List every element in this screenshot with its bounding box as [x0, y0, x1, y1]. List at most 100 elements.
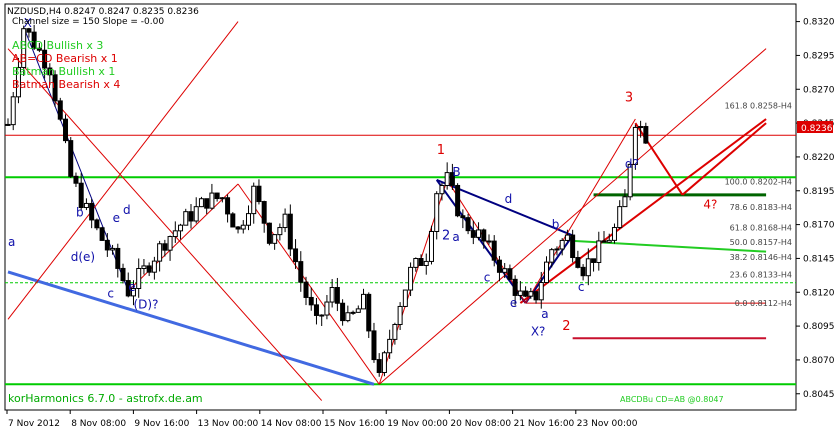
candle-body [350, 311, 356, 314]
x-tick-label: 14 Nov 08:00 [261, 419, 322, 429]
candle-body [408, 266, 414, 291]
candle-body [580, 266, 586, 277]
candle-body [434, 193, 440, 232]
candle-body [99, 227, 105, 241]
candle-body [439, 184, 445, 195]
candle-body [282, 213, 288, 229]
pattern-label: d? [625, 157, 639, 171]
candle-body [245, 213, 251, 226]
candle-body [345, 312, 351, 322]
chart-window[interactable]: 0.83200.82950.82700.82450.82200.81950.81… [0, 0, 837, 434]
candle-body [366, 293, 372, 332]
candle-body [162, 243, 168, 251]
fib-level-label: 161.8 0.8258-H4 [725, 102, 792, 111]
candle-body [10, 96, 16, 126]
candle-body [94, 219, 100, 229]
x-tick-label: 8 Nov 08:00 [71, 419, 126, 429]
y-tick-label: 0.8270 [803, 85, 835, 95]
indicator-footer: korHarmonics 6.7.0 - astrofx.de.am [8, 392, 203, 405]
y-tick-label: 0.8045 [803, 390, 835, 400]
candle-body [230, 213, 236, 228]
pattern-label: 3 [625, 90, 633, 105]
candle-body [538, 282, 544, 301]
y-tick-label: 0.8170 [803, 221, 835, 231]
candle-body [204, 198, 210, 209]
y-tick-label: 0.8220 [803, 153, 835, 163]
candle-body [120, 267, 126, 282]
candle-body [591, 258, 597, 263]
fib-level-label: 50.0 0.8157-H4 [730, 238, 792, 247]
candle-body [564, 234, 570, 241]
candle-body [329, 287, 335, 303]
candle-body [470, 230, 476, 238]
candle-body [387, 338, 393, 354]
candle-body [293, 248, 299, 263]
pattern-label: d [505, 192, 513, 206]
pattern-label: c [484, 270, 491, 284]
candle-body [413, 258, 419, 268]
x-tick-label: 15 Nov 16:00 [324, 419, 385, 429]
pattern-label: a [541, 307, 548, 321]
candle-body [68, 140, 74, 177]
candle-body [115, 247, 121, 269]
y-tick-label: 0.8070 [803, 356, 835, 366]
fib-level-label: 0.0 0.8112-H4 [735, 299, 792, 308]
candle-body [340, 302, 346, 322]
fib-level-label: 38.2 0.8146-H4 [730, 253, 792, 262]
x-tick-label: 7 Nov 2012 [8, 419, 60, 429]
candle-body [381, 352, 387, 374]
candle-body [486, 240, 492, 243]
candle-body [638, 126, 644, 129]
candle-body [585, 258, 591, 277]
pattern-label: c [578, 280, 585, 294]
candle-body [235, 226, 241, 230]
x-tick-label: 9 Nov 16:00 [134, 419, 189, 429]
candle-body [361, 293, 367, 310]
x-tick-label: 21 Nov 16:00 [514, 419, 575, 429]
candle-body [554, 248, 560, 251]
candle-body [502, 268, 508, 273]
candle-body [376, 359, 382, 374]
candle-body [544, 261, 550, 284]
candle-body [146, 265, 152, 273]
y-tick-label: 0.8195 [803, 187, 835, 197]
pattern-label: e [128, 280, 135, 294]
candle-body [141, 265, 147, 269]
candle-body [261, 201, 267, 224]
candle-body [533, 291, 539, 301]
candle-body [319, 314, 325, 317]
pattern-label: e [510, 296, 517, 310]
price-chart[interactable]: 0.83200.82950.82700.82450.82200.81950.81… [0, 0, 837, 434]
candle-body [266, 222, 272, 244]
candle-body [256, 185, 262, 203]
candle-body [397, 305, 403, 325]
pattern-label: e [113, 211, 120, 225]
candle-body [549, 249, 555, 263]
candle-body [601, 240, 607, 243]
candle-body [460, 215, 466, 219]
candle-body [523, 290, 529, 297]
candle-body [324, 301, 330, 316]
candle-body [481, 229, 487, 242]
candle-body [308, 296, 314, 306]
candle-body [528, 291, 534, 297]
candle-body [287, 213, 293, 250]
candle-body [392, 323, 398, 340]
pattern-label: b [552, 218, 560, 232]
candle-body [193, 206, 199, 222]
candle-body [178, 224, 184, 232]
pattern-label: 2 [442, 228, 450, 243]
fib-level-label: 100.0 0.8202-H4 [725, 177, 792, 186]
pattern-count-abcd-bearish: AB=CD Bearish x 1 [12, 52, 118, 65]
y-tick-label: 0.8120 [803, 288, 835, 298]
candle-body [89, 202, 95, 221]
chart-title: NZDUSD,H4 0.8247 0.8247 0.8235 0.8236 [7, 7, 199, 17]
pattern-footer: ABCDBu CD=AB @0.8047 [620, 395, 724, 404]
x-tick-label: 20 Nov 08:00 [450, 419, 511, 429]
pattern-label: b [76, 205, 84, 219]
y-tick-label: 0.8320 [803, 18, 835, 28]
fib-level-label: 23.6 0.8133-H4 [730, 271, 792, 280]
pattern-label: a [8, 235, 15, 249]
candle-body [418, 258, 424, 266]
candle-body [313, 304, 319, 316]
